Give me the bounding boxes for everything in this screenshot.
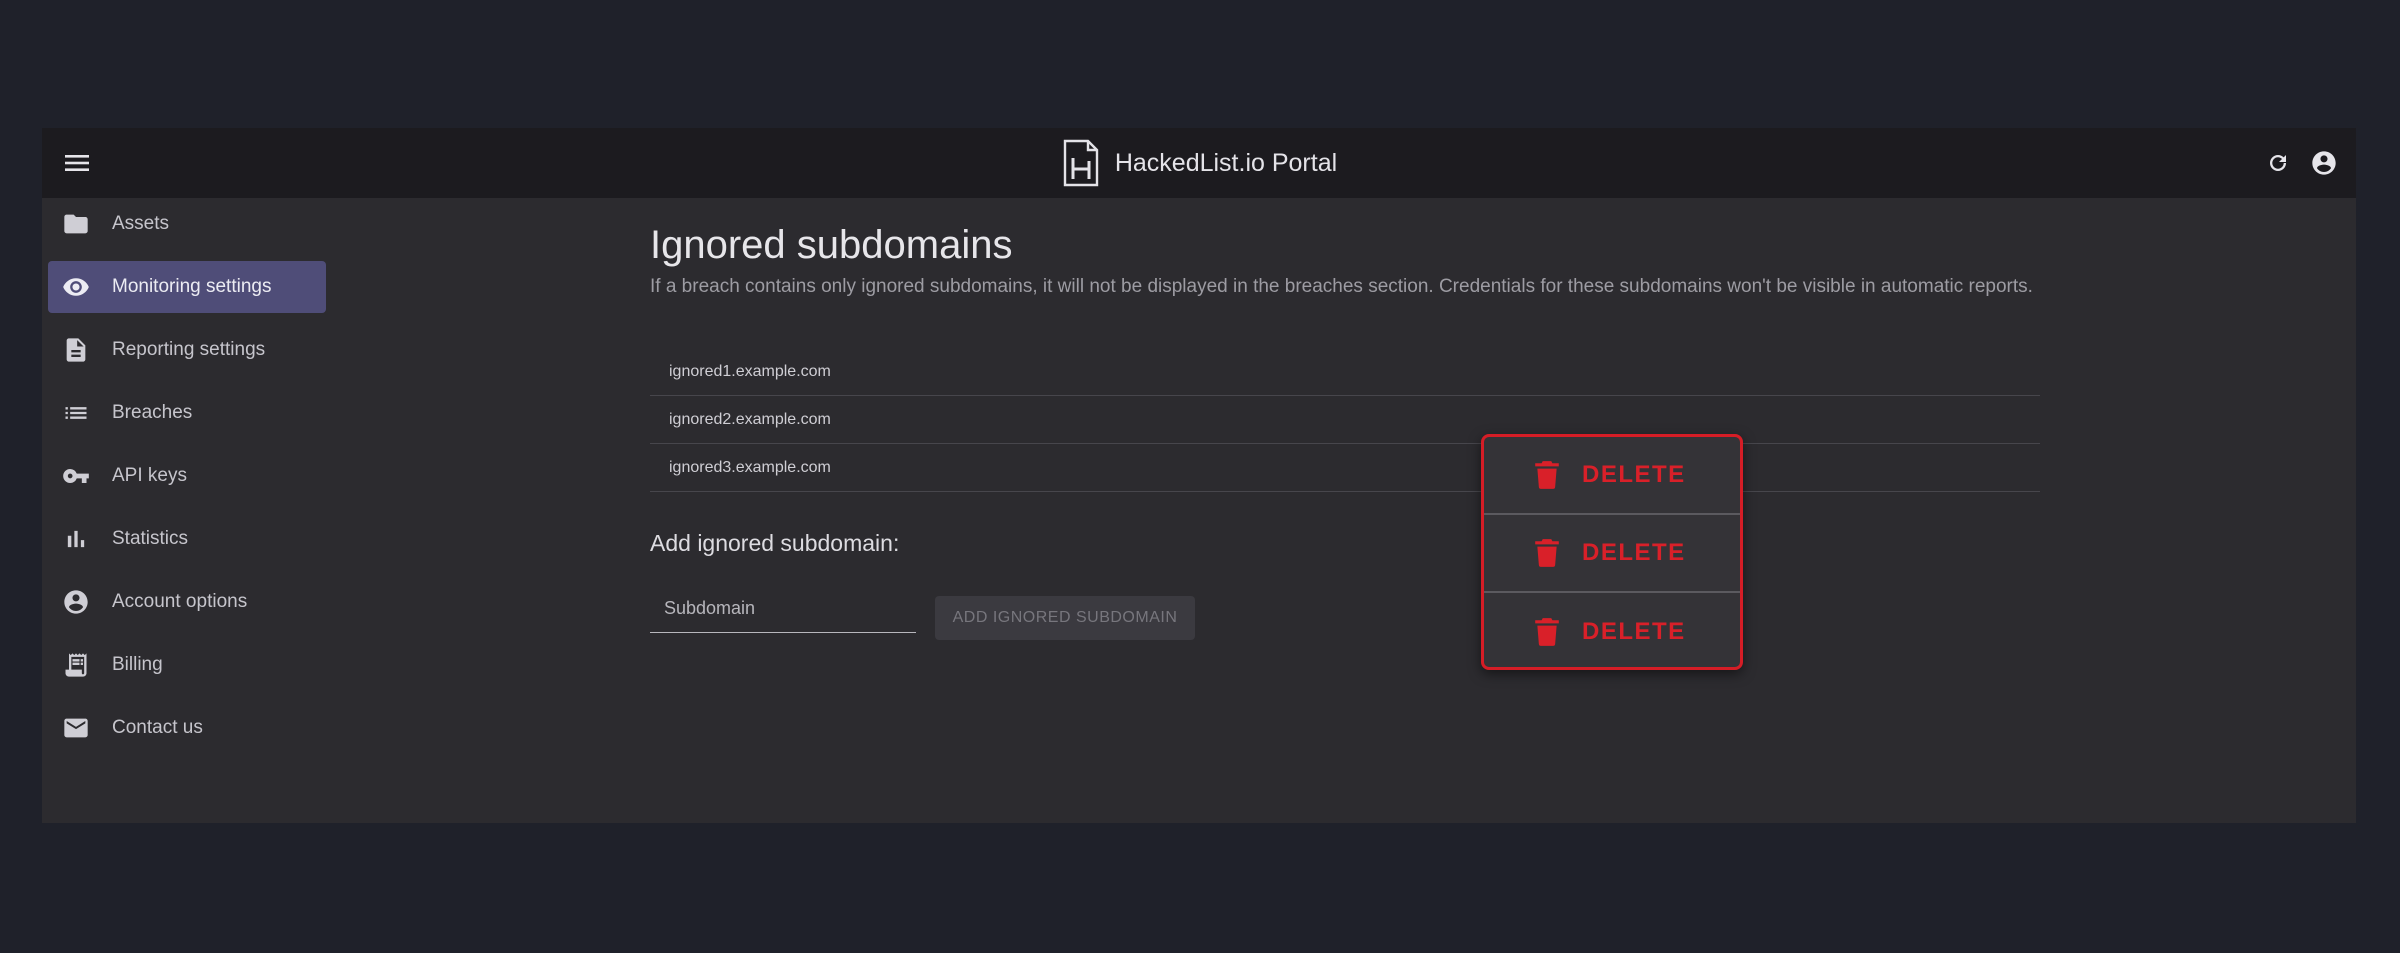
sidebar-item-label: Statistics bbox=[112, 528, 189, 549]
delete-button[interactable]: DELETE bbox=[1484, 593, 1740, 667]
key-icon bbox=[60, 460, 92, 492]
sidebar-item-monitoring-settings[interactable]: Monitoring settings bbox=[48, 261, 326, 313]
sidebar-item-billing[interactable]: Billing bbox=[48, 639, 326, 691]
delete-actions-group: DELETE DELETE DELETE bbox=[1481, 434, 1743, 670]
list-item: ignored2.example.com bbox=[650, 396, 2040, 444]
sidebar-item-label: Contact us bbox=[112, 717, 203, 738]
delete-label: DELETE bbox=[1582, 618, 1686, 645]
account-icon bbox=[60, 586, 92, 618]
subdomain-list: ignored1.example.com ignored2.example.co… bbox=[650, 348, 2040, 492]
sidebar-item-reporting-settings[interactable]: Reporting settings bbox=[48, 324, 326, 376]
sidebar-item-label: Breaches bbox=[112, 402, 193, 423]
list-item: ignored1.example.com bbox=[650, 348, 2040, 396]
sidebar-item-label: Monitoring settings bbox=[112, 276, 272, 297]
trash-icon bbox=[1535, 539, 1559, 567]
sidebar-item-statistics[interactable]: Statistics bbox=[48, 513, 326, 565]
menu-button[interactable] bbox=[59, 145, 95, 181]
add-ignored-subdomain-button[interactable]: ADD IGNORED SUBDOMAIN bbox=[935, 596, 1195, 640]
delete-label: DELETE bbox=[1582, 539, 1686, 566]
hackedlist-logo-icon bbox=[1063, 139, 1099, 187]
page-description: If a breach contains only ignored subdom… bbox=[650, 276, 2033, 297]
sidebar-item-assets[interactable]: Assets bbox=[48, 198, 326, 250]
refresh-button[interactable] bbox=[2262, 147, 2294, 179]
delete-button[interactable]: DELETE bbox=[1484, 437, 1740, 515]
document-icon bbox=[60, 334, 92, 366]
trash-icon bbox=[1535, 618, 1559, 646]
folder-icon bbox=[60, 208, 92, 240]
sidebar-item-breaches[interactable]: Breaches bbox=[48, 387, 326, 439]
delete-button[interactable]: DELETE bbox=[1484, 515, 1740, 593]
sidebar-item-account-options[interactable]: Account options bbox=[48, 576, 326, 628]
app-title: HackedList.io Portal bbox=[1114, 148, 1338, 177]
subdomain-text: ignored2.example.com bbox=[669, 410, 831, 428]
page-title: Ignored subdomains bbox=[650, 223, 1013, 267]
sidebar-item-label: Assets bbox=[112, 213, 170, 234]
sidebar-item-label: API keys bbox=[112, 465, 187, 486]
sidebar-item-label: Account options bbox=[112, 591, 248, 612]
add-subdomain-heading: Add ignored subdomain: bbox=[650, 530, 900, 556]
sidebar-item-label: Reporting settings bbox=[112, 339, 266, 360]
sidebar-item-api-keys[interactable]: API keys bbox=[48, 450, 326, 502]
delete-label: DELETE bbox=[1582, 461, 1686, 488]
trash-icon bbox=[1535, 461, 1559, 489]
account-button[interactable] bbox=[2306, 145, 2342, 181]
list-icon bbox=[60, 397, 92, 429]
refresh-icon bbox=[2270, 155, 2286, 171]
eye-icon bbox=[60, 271, 92, 303]
menu-icon bbox=[65, 155, 89, 171]
bar-chart-icon bbox=[60, 523, 92, 555]
sidebar-item-contact-us[interactable]: Contact us bbox=[48, 702, 326, 754]
app-window: HackedList.io Portal Assets Monitoring s… bbox=[42, 128, 2356, 823]
subdomain-text: ignored1.example.com bbox=[669, 362, 831, 380]
subdomain-text: ignored3.example.com bbox=[669, 458, 831, 476]
list-item: ignored3.example.com bbox=[650, 444, 2040, 492]
app-bar: HackedList.io Portal bbox=[42, 128, 2356, 198]
sidebar-item-label: Billing bbox=[112, 654, 163, 675]
mail-icon bbox=[60, 712, 92, 744]
subdomain-input[interactable] bbox=[650, 585, 916, 633]
brand: HackedList.io Portal bbox=[42, 128, 2356, 198]
account-circle-icon bbox=[2312, 151, 2336, 175]
receipt-icon bbox=[60, 649, 92, 681]
